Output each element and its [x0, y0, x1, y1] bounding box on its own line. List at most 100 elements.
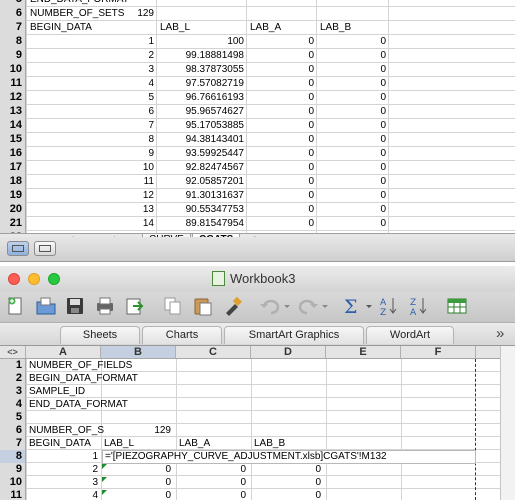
cell-e[interactable]: 0	[318, 189, 386, 203]
cell-b[interactable]: 3	[92, 63, 154, 77]
cell-e[interactable]: 0	[318, 49, 386, 63]
vertical-scrollbar[interactable]	[500, 346, 515, 500]
cell-e[interactable]: 0	[318, 161, 386, 175]
cell-d[interactable]: LAB_A	[250, 21, 281, 35]
cell-b[interactable]: 129	[92, 7, 154, 21]
cell-b[interactable]: 10	[92, 161, 154, 175]
cell-c[interactable]: 95.96574627	[158, 105, 244, 119]
cell-d[interactable]: LAB_B	[254, 437, 285, 451]
row-number[interactable]: 5	[0, 411, 26, 424]
open-icon[interactable]	[35, 295, 57, 317]
row-number[interactable]: 15	[0, 133, 26, 147]
cell-b[interactable]: 6	[92, 105, 154, 119]
cell-b[interactable]: 0	[101, 476, 171, 490]
cell-d[interactable]: 0	[251, 476, 321, 490]
print-icon[interactable]	[94, 295, 116, 317]
row-number[interactable]: 2	[0, 372, 26, 385]
cell-a[interactable]: 2	[26, 463, 98, 477]
cell-b[interactable]: 9	[92, 147, 154, 161]
row-number[interactable]: 21	[0, 217, 26, 231]
gallery-icon[interactable]	[446, 295, 468, 317]
cell-c[interactable]: 100	[158, 35, 244, 49]
cell-d[interactable]: 0	[248, 189, 314, 203]
column-header-f[interactable]: F	[401, 346, 476, 358]
cell-a[interactable]: 4	[26, 489, 98, 500]
select-all-corner[interactable]: <>	[0, 346, 26, 358]
cell-e[interactable]: 0	[318, 35, 386, 49]
cell-e[interactable]: 0	[318, 91, 386, 105]
cell-d[interactable]: 0	[248, 105, 314, 119]
row-number[interactable]: 10	[0, 476, 26, 489]
cell-b[interactable]: 0	[101, 463, 171, 477]
sort-descending-icon[interactable]: ZA	[408, 295, 430, 318]
cell-formula-editor[interactable]: ='[PIEZOGRAPHY_CURVE_ADJUSTMENT.xlsb]CGA…	[102, 450, 476, 464]
cell-c[interactable]: 93.59925447	[158, 147, 244, 161]
cell-d[interactable]: 0	[248, 77, 314, 91]
import-icon[interactable]	[124, 295, 146, 317]
row-number[interactable]: 11	[0, 489, 26, 500]
tab-charts[interactable]: Charts	[142, 326, 222, 344]
cell-d[interactable]: 0	[251, 463, 321, 477]
row-number[interactable]: 6	[0, 424, 26, 437]
row-number[interactable]: 9	[0, 49, 26, 63]
cell-d[interactable]: 0	[248, 147, 314, 161]
cell-a[interactable]: END_DATA_FORMAT	[29, 398, 128, 412]
column-header-d[interactable]: D	[251, 346, 326, 358]
cell-d[interactable]: 0	[248, 91, 314, 105]
cell-e[interactable]: 0	[318, 133, 386, 147]
cell-c[interactable]: 99.18881498	[158, 49, 244, 63]
cell-c[interactable]: 94.38143401	[158, 133, 244, 147]
cell-b[interactable]: 4	[92, 77, 154, 91]
column-header-e[interactable]: E	[326, 346, 401, 358]
sort-ascending-icon[interactable]: AZ	[378, 295, 400, 318]
cell-a[interactable]: SAMPLE_ID	[29, 385, 85, 399]
cell-c[interactable]: 89.81547954	[158, 217, 244, 231]
more-tabs-button[interactable]: »	[496, 325, 504, 342]
copy-icon[interactable]	[162, 295, 184, 317]
row-number[interactable]: 12	[0, 91, 26, 105]
save-icon[interactable]	[64, 295, 86, 317]
cell-b[interactable]: 14	[92, 217, 154, 231]
row-number[interactable]: 5	[0, 0, 26, 7]
page-layout-view-button[interactable]	[34, 241, 56, 256]
cell-b[interactable]: 5	[92, 91, 154, 105]
cell-d[interactable]: 0	[248, 133, 314, 147]
cell-e[interactable]: LAB_B	[320, 21, 351, 35]
cell-a[interactable]: BEGIN_DATA	[29, 437, 91, 451]
row-number[interactable]: 9	[0, 463, 26, 476]
cell-e[interactable]: 0	[318, 175, 386, 189]
cell-c[interactable]: 90.55347753	[158, 203, 244, 217]
cell-b[interactable]: 2	[92, 49, 154, 63]
cell-a[interactable]: 3	[26, 476, 98, 490]
row-number[interactable]: 17	[0, 161, 26, 175]
tab-wordart[interactable]: WordArt	[366, 326, 454, 344]
cell-d[interactable]: 0	[248, 119, 314, 133]
cell-c[interactable]: 95.17053885	[158, 119, 244, 133]
cell-a[interactable]: NUMBER_OF_FIELDS	[29, 359, 132, 373]
format-brush-icon[interactable]	[222, 295, 244, 317]
row-number[interactable]: 8	[0, 35, 26, 49]
cell-b[interactable]: 12	[92, 189, 154, 203]
cell-a[interactable]: NUMBER_OF_S	[29, 424, 104, 438]
cell-e[interactable]: 0	[318, 217, 386, 231]
cell-b[interactable]: 7	[92, 119, 154, 133]
column-header-a[interactable]: A	[26, 346, 101, 358]
cell-e[interactable]: 0	[318, 77, 386, 91]
cell-d[interactable]: 0	[248, 203, 314, 217]
cell-a[interactable]: END_DATA_FORMAT	[30, 0, 129, 7]
minimize-button[interactable]	[28, 273, 40, 285]
background-sheet-grid[interactable]: 5END_DATA_FORMAT6NUMBER_OF_SETS1297BEGIN…	[0, 0, 515, 235]
cell-d[interactable]: 0	[248, 175, 314, 189]
row-number[interactable]: 16	[0, 147, 26, 161]
window-titlebar[interactable]: Workbook3	[0, 266, 515, 292]
row-number[interactable]: 11	[0, 77, 26, 91]
cell-b[interactable]: 8	[92, 133, 154, 147]
row-number[interactable]: 20	[0, 203, 26, 217]
cell-b[interactable]: 11	[92, 175, 154, 189]
new-icon[interactable]	[5, 295, 27, 317]
redo-icon[interactable]	[296, 295, 330, 317]
row-number[interactable]: 6	[0, 7, 26, 21]
cell-a[interactable]: 1	[26, 450, 98, 464]
tab-sheets[interactable]: Sheets	[60, 326, 140, 344]
zoom-button[interactable]	[48, 273, 60, 285]
